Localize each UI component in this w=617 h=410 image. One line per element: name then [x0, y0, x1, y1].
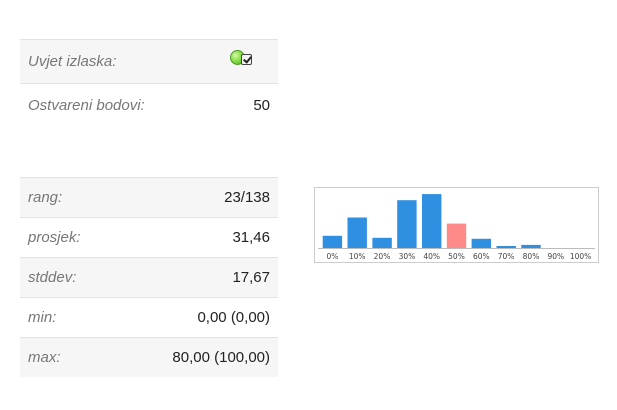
stddev-label: stddev:: [28, 269, 77, 286]
average-label: prosjek:: [28, 229, 81, 246]
rank-row: rang: 23/138: [20, 177, 278, 217]
stddev-value: 17,67: [232, 269, 270, 286]
max-label: max:: [28, 349, 61, 366]
max-row: max: 80,00 (100,00): [20, 337, 278, 377]
exit-condition-row: Uvjet izlaska:: [20, 39, 278, 83]
points-value: 50: [253, 97, 270, 114]
exit-condition-label: Uvjet izlaska:: [28, 53, 117, 70]
x-tick-label: 20%: [374, 252, 391, 261]
bar-40pct: [422, 194, 442, 248]
x-tick-label: 100%: [570, 252, 591, 261]
x-tick-label: 60%: [473, 252, 490, 261]
x-tick-label: 70%: [498, 252, 515, 261]
checkbox-checked-icon: [241, 54, 252, 65]
bar-20pct: [372, 237, 392, 248]
x-tick-label: 40%: [423, 252, 440, 261]
x-tick-label: 80%: [523, 252, 540, 261]
average-value: 31,46: [232, 229, 270, 246]
score-distribution-svg: 0% 10% 20% 30% 40% 50% 60% 70% 80% 90% 100%: [318, 194, 595, 261]
exit-condition-status: [230, 50, 262, 70]
bar-60pct: [471, 238, 491, 248]
points-row: Ostvareni bodovi: 50: [20, 83, 278, 127]
x-tick-label: 50%: [448, 252, 465, 261]
bar-50pct: [446, 223, 467, 248]
result-summary-table: Uvjet izlaska: Ostvareni bodovi: 50: [20, 39, 278, 127]
stddev-row: stddev: 17,67: [20, 257, 278, 297]
bar-30pct: [397, 200, 417, 248]
bar-0pct: [322, 235, 343, 248]
bar-70pct: [496, 246, 516, 248]
average-row: prosjek: 31,46: [20, 217, 278, 257]
score-distribution-chart: 0% 10% 20% 30% 40% 50% 60% 70% 80% 90% 100%: [314, 187, 599, 263]
x-tick-label: 30%: [399, 252, 416, 261]
x-tick-label: 10%: [349, 252, 366, 261]
bar-80pct: [521, 244, 541, 248]
statistics-table: rang: 23/138 prosjek: 31,46 stddev: 17,6…: [20, 177, 278, 377]
x-tick-label: 0%: [326, 252, 338, 261]
bar-10pct: [347, 217, 367, 248]
min-label: min:: [28, 309, 57, 326]
points-label: Ostvareni bodovi:: [28, 97, 145, 114]
rank-label: rang:: [28, 189, 63, 206]
x-tick-label: 90%: [547, 252, 564, 261]
min-row: min: 0,00 (0,00): [20, 297, 278, 337]
min-value: 0,00 (0,00): [197, 309, 270, 326]
rank-value: 23/138: [224, 189, 270, 206]
max-value: 80,00 (100,00): [172, 349, 270, 366]
